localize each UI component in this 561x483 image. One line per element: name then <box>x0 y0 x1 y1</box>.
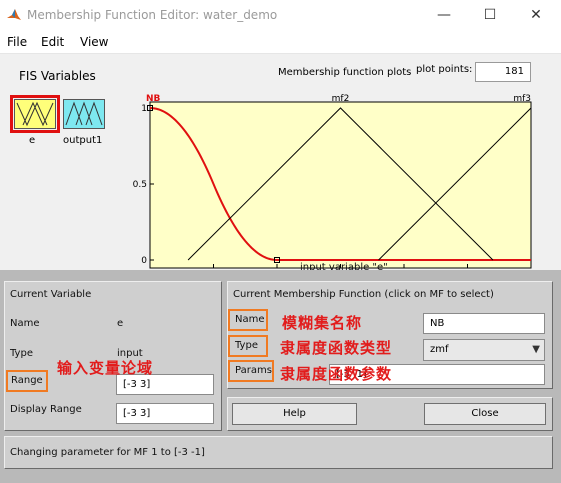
plot-area <box>149 101 532 269</box>
window-title: Membership Function Editor: water_demo <box>27 8 278 22</box>
variable-name-label: Name <box>10 318 40 329</box>
plot-points-input[interactable]: 181 <box>475 62 531 82</box>
mf-name-input[interactable]: NB <box>423 313 545 334</box>
current-variable-header: Current Variable <box>10 289 92 300</box>
status-bar: Changing parameter for MF 1 to [-3 -1] <box>4 436 553 469</box>
plot-title: Membership function plots <box>278 67 412 78</box>
mf-thumbnail-icon <box>65 101 103 126</box>
mf-params-label: Params <box>235 365 272 376</box>
name-annotation: 模糊集名称 <box>282 314 363 332</box>
input-variable-e-box[interactable] <box>10 95 60 133</box>
mf-thumbnail-icon <box>16 101 54 127</box>
variable-name-output1: output1 <box>63 135 103 146</box>
y-tick-label: 0 <box>141 256 147 266</box>
output-variable-box[interactable] <box>63 99 105 129</box>
fis-variables-label: FIS Variables <box>19 69 96 83</box>
y-tick-label: 0.5 <box>133 180 147 190</box>
mf-type-value: zmf <box>430 344 449 355</box>
display-range-input[interactable]: [-3 3] <box>116 403 214 424</box>
membership-function-plot[interactable]: 00.51-3-2-10123 NBmf2mf3 <box>130 88 550 288</box>
y-tick-label: 1 <box>141 104 147 114</box>
mf-label-NB[interactable]: NB <box>146 94 161 104</box>
help-button[interactable]: Help <box>232 403 357 425</box>
menu-view[interactable]: View <box>80 35 108 49</box>
current-mf-header: Current Membership Function (click on MF… <box>233 289 494 300</box>
menu-edit[interactable]: Edit <box>41 35 64 49</box>
lower-panel: Current Variable Name e Type input Range… <box>0 270 561 483</box>
current-variable-group: Current Variable Name e Type input Range… <box>4 281 222 431</box>
matlab-logo-icon <box>7 9 21 20</box>
range-annotation: 输入变量论域 <box>57 359 154 377</box>
variable-type-label: Type <box>10 348 33 359</box>
button-group: Help Close <box>227 397 553 431</box>
mf-label-mf2[interactable]: mf2 <box>332 94 350 104</box>
minimize-button[interactable]: — <box>421 0 467 31</box>
upper-panel: FIS Variables e output1 Membership funct… <box>0 54 561 282</box>
type-annotation: 隶属度函数类型 <box>280 339 393 357</box>
menu-bar: File Edit View <box>0 31 561 54</box>
status-text: Changing parameter for MF 1 to [-3 -1] <box>10 447 205 458</box>
variable-name-e: e <box>29 135 36 146</box>
range-label: Range <box>11 375 43 386</box>
plot-points-label: plot points: <box>416 64 473 75</box>
menu-file[interactable]: File <box>7 35 27 49</box>
close-button[interactable]: Close <box>424 403 546 425</box>
mf-type-dropdown[interactable]: zmf ▼ <box>423 339 545 361</box>
chevron-down-icon: ▼ <box>532 344 540 355</box>
mf-name-label: Name <box>235 314 265 325</box>
mf-label-mf3[interactable]: mf3 <box>513 94 531 104</box>
maximize-button[interactable]: ☐ <box>467 0 513 31</box>
display-range-label: Display Range <box>10 404 82 415</box>
mf-type-label: Type <box>235 340 258 351</box>
title-bar: Membership Function Editor: water_demo —… <box>0 0 561 31</box>
close-window-button[interactable]: ✕ <box>513 0 559 31</box>
variable-name-value: e <box>117 318 124 329</box>
params-annotation: 隶属度函数参数 <box>280 365 393 383</box>
